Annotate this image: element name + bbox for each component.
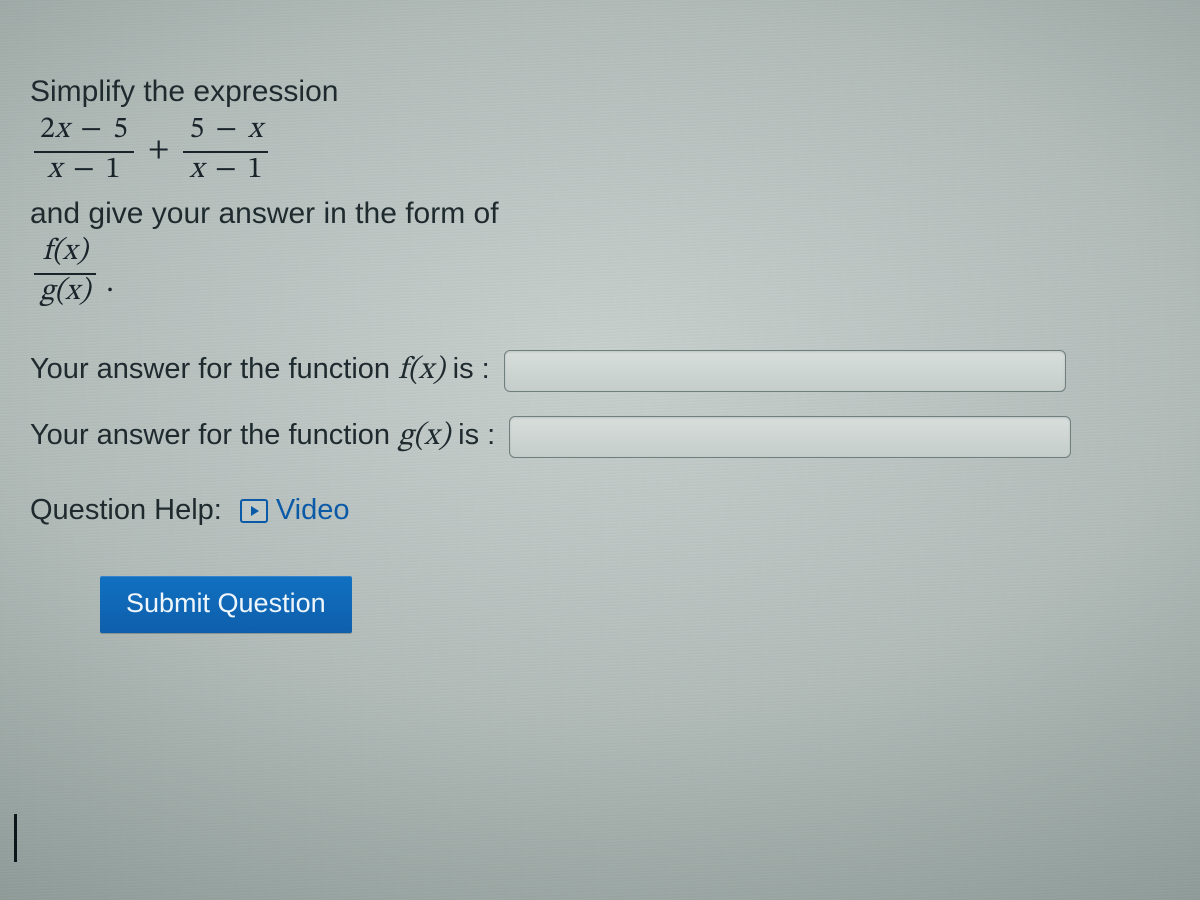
fraction-bar [183, 151, 268, 153]
play-video-icon [240, 499, 268, 523]
prompt-line-1: Simplify the expression [30, 72, 1170, 111]
label-pre: Your answer for the function [30, 353, 398, 385]
minus-operator: − [211, 155, 241, 185]
fraction-bar [34, 273, 96, 275]
answer-form: f(x) g(x) . [30, 237, 1170, 310]
minus-operator: − [69, 155, 99, 185]
answer-block: Your answer for the function f(x) is : Y… [30, 350, 1170, 458]
expression: 2x − 5 x − 1 + 5 − x x − 1 [30, 115, 1170, 188]
minus-operator: − [76, 115, 106, 145]
question-help-label: Question Help: [30, 492, 222, 530]
answer-input-f[interactable] [504, 350, 1066, 392]
fn-g: g(x) [398, 421, 450, 452]
answer-label-g: Your answer for the function g(x) is : [30, 417, 495, 457]
answer-row-f: Your answer for the function f(x) is : [30, 350, 1170, 392]
fraction-bar [34, 151, 134, 153]
const: 1 [248, 155, 263, 185]
label-post: is : [445, 353, 490, 385]
var-x: x [189, 155, 203, 185]
answer-row-g: Your answer for the function g(x) is : [30, 416, 1170, 458]
question-body: Simplify the expression 2x − 5 x − 1 + 5… [0, 0, 1200, 633]
coef: 2 [40, 115, 55, 145]
answer-input-g[interactable] [509, 416, 1071, 458]
submit-question-button[interactable]: Submit Question [100, 576, 352, 633]
text-cursor [14, 814, 17, 862]
answer-label-f: Your answer for the function f(x) is : [30, 351, 490, 391]
label-post: is : [450, 419, 495, 451]
const: 5 [189, 115, 204, 145]
minus-operator: − [211, 115, 241, 145]
question-help-row: Question Help: Video [30, 492, 1170, 530]
var-x: x [248, 115, 262, 145]
video-link[interactable]: Video [240, 492, 350, 530]
var-x: x [47, 155, 61, 185]
const: 5 [113, 115, 128, 145]
const: 1 [106, 155, 121, 185]
fraction-fg: f(x) g(x) [30, 237, 100, 310]
g-of-x: g(x) [40, 277, 90, 307]
fraction-2: 5 − x x − 1 [179, 115, 272, 188]
period: . [100, 265, 113, 304]
fn-f: f(x) [398, 355, 445, 386]
f-of-x: f(x) [43, 237, 88, 267]
fraction-1: 2x − 5 x − 1 [30, 115, 138, 188]
plus-operator: + [138, 131, 180, 172]
video-link-text: Video [276, 492, 350, 530]
label-pre: Your answer for the function [30, 419, 398, 451]
prompt-line-2: and give your answer in the form of [30, 194, 1170, 233]
var-x: x [55, 115, 69, 145]
